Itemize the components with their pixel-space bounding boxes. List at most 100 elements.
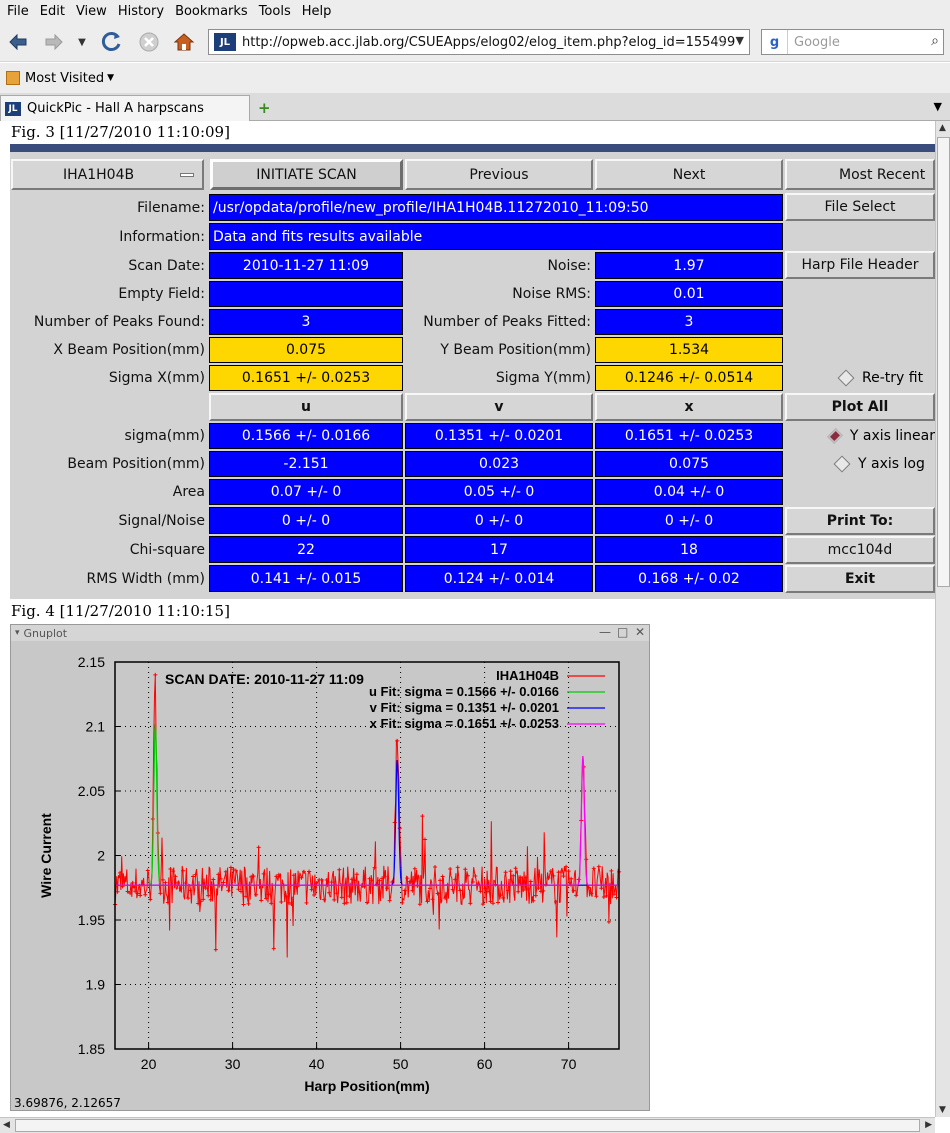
data-point [513,866,518,871]
data-point [440,874,445,879]
tab-list-icon[interactable]: ▼ [934,100,942,113]
menu-file[interactable]: File [4,4,37,19]
sn-x-cell: 0 +/- 0 [595,507,783,534]
rms-x-cell: 0.168 +/- 0.02 [595,565,783,592]
data-point [473,874,478,879]
retry-fit-radio-icon[interactable] [837,369,855,387]
print-to-button[interactable]: Print To: [785,507,935,535]
search-icon[interactable]: ⌕ [931,33,939,49]
data-point [478,889,483,894]
previous-button[interactable]: Previous [405,159,593,190]
minimize-icon[interactable]: — [599,625,611,639]
search-engine-icon[interactable]: g [762,30,788,54]
row-label: Beam Position(mm) [67,456,205,472]
maximize-icon[interactable]: □ [617,625,628,639]
back-arrow-icon[interactable] [6,30,30,54]
vertical-scroll-thumb[interactable] [937,137,950,587]
legend-entry: IHA1H04B [496,668,559,683]
search-bar[interactable]: g Google ⌕ [761,29,944,55]
harp-file-header-button[interactable]: Harp File Header [785,251,935,279]
url-dropdown-icon[interactable]: ▼ [736,34,744,47]
harp-select[interactable]: IHA1H04B [11,159,204,190]
printer-field[interactable]: mcc104d [785,536,935,564]
data-point [584,857,589,862]
harp-select-dropdown-icon[interactable] [180,172,194,177]
data-point [329,880,334,885]
menu-tools[interactable]: Tools [256,4,299,19]
menu-view[interactable]: View [73,4,115,19]
most-visited-bookmark[interactable]: Most Visited [25,71,104,86]
forward-arrow-icon[interactable] [42,30,66,54]
site-identity-icon[interactable]: JL [214,33,236,51]
data-point [397,826,402,831]
scroll-right-icon[interactable]: ▶ [925,1120,932,1130]
retry-fit-option[interactable]: Re-try fit [837,365,935,391]
wire-scan-plot: 20 30 40 50 60 70 1.85 1.9 1.95 2 2.05 2.1 2.15 Wire… [38,654,621,1094]
url-bar[interactable]: JL http://opweb.acc.jlab.org/CSUEApps/el… [208,29,750,55]
sigma-v-cell: 0.1351 +/- 0.0201 [405,423,593,449]
file-select-button[interactable]: File Select [785,193,935,221]
y-beam-label: Y Beam Position(mm) [440,342,591,358]
peaks-fitted-field: 3 [595,309,783,335]
menu-help[interactable]: Help [299,4,340,19]
history-dropdown-icon[interactable]: ▼ [72,30,92,54]
y-axis-linear-option[interactable]: Y axis linear [827,423,935,449]
column-x-button[interactable]: x [595,393,783,421]
scroll-up-icon[interactable]: ▲ [939,123,946,133]
menu-history[interactable]: History [115,4,172,19]
search-placeholder[interactable]: Google [794,35,840,50]
scan-date-label: Scan Date: [128,257,205,274]
row-label: Chi-square [129,541,205,558]
vertical-scrollbar[interactable]: ▲ ▼ [935,121,950,1117]
data-point [259,898,264,903]
close-icon[interactable]: ✕ [635,625,645,639]
home-icon[interactable] [172,30,196,54]
stop-icon[interactable] [137,30,161,54]
sigma-u-cell: 0.1566 +/- 0.0166 [209,423,403,449]
tab-quickpic[interactable]: JL QuickPic - Hall A harpscans [0,95,250,121]
tab-title[interactable]: QuickPic - Hall A harpscans [27,101,204,116]
y-axis-log-option[interactable]: Y axis log [833,451,935,477]
new-tab-icon[interactable]: + [258,99,271,117]
row-label: Area [172,484,205,500]
menu-bookmarks[interactable]: Bookmarks [172,4,256,19]
row-label: Signal/Noise [118,512,205,529]
horizontal-scrollbar[interactable]: ◀ ▶ [0,1117,935,1133]
legend-entry: x Fit: sigma = 0.1651 +/- 0.0253 [370,716,559,731]
area-v-cell: 0.05 +/- 0 [405,479,593,505]
column-v-button[interactable]: v [405,393,593,421]
most-recent-button[interactable]: Most Recent [785,159,935,190]
y-linear-radio-icon[interactable] [827,428,843,444]
data-point [256,845,261,850]
chi-x-cell: 18 [595,536,783,563]
y-log-radio-icon[interactable] [833,455,851,473]
initiate-scan-button[interactable]: INITIATE SCAN [210,159,403,190]
gnuplot-title: Gnuplot [23,626,68,640]
menu-edit[interactable]: Edit [37,4,73,19]
chevron-down-icon[interactable]: ▼ [107,73,114,83]
data-point [145,868,150,873]
horizontal-scroll-thumb[interactable] [15,1119,920,1132]
x-tick-label: 40 [309,1056,325,1072]
page-content: Fig. 3 [11/27/2010 11:10:09] IHA1H04B IN… [0,121,935,1117]
data-point [138,893,143,898]
data-point [307,869,312,874]
next-button[interactable]: Next [595,159,783,190]
tab-bar: JL QuickPic - Hall A harpscans + ▼ [0,93,950,121]
column-u-button[interactable]: u [209,393,403,421]
row-label: sigma(mm) [124,428,206,444]
scroll-left-icon[interactable]: ◀ [3,1120,10,1130]
scroll-down-icon[interactable]: ▼ [939,1105,946,1115]
reload-icon[interactable] [100,30,124,54]
sn-v-cell: 0 +/- 0 [405,507,593,534]
plot-all-button[interactable]: Plot All [785,393,935,421]
exit-button[interactable]: Exit [785,565,935,593]
noise-rms-label: Noise RMS: [512,286,591,302]
bookmark-star-icon[interactable]: ☆ [713,32,727,51]
y-tick-label: 1.85 [78,1041,105,1057]
window-menu-icon[interactable]: ▾ [15,628,20,638]
data-point [569,876,574,881]
data-point [455,865,460,870]
data-point [279,899,284,904]
url-text[interactable]: http://opweb.acc.jlab.org/CSUEApps/elog0… [242,35,735,50]
